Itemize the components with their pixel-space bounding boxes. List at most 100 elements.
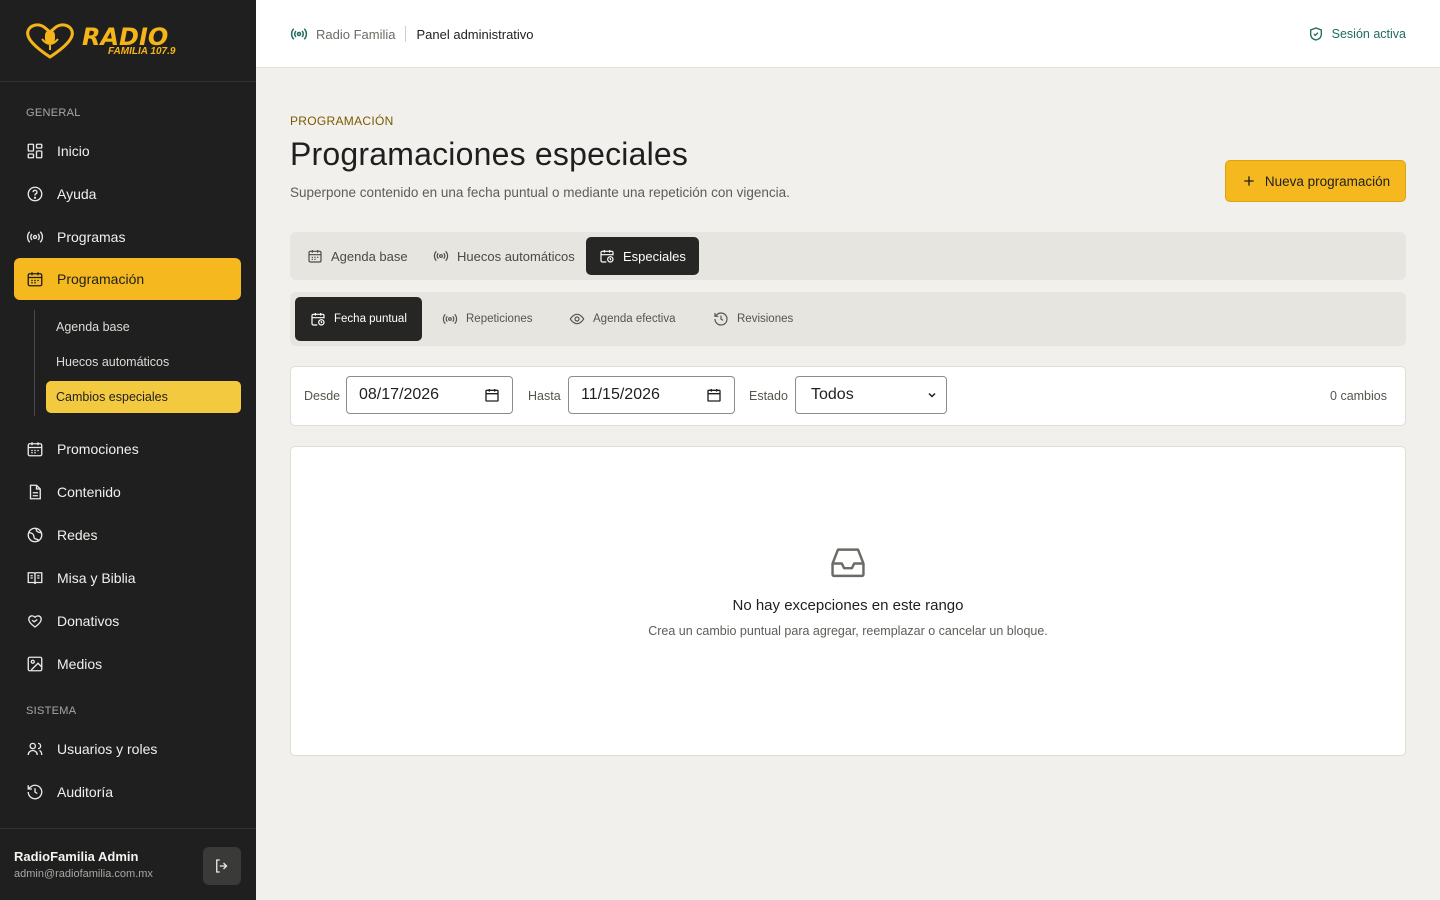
sidebar-item-label: Usuarios y roles — [57, 741, 158, 757]
plus-icon — [1244, 176, 1254, 186]
empty-state-title: No hay excepciones en este rango — [732, 597, 964, 614]
tab-huecos-automaticos[interactable]: Huecos automáticos — [420, 237, 588, 275]
heart-hand-icon — [28, 615, 42, 628]
breadcrumb-home[interactable]: Radio Familia — [316, 27, 395, 42]
new-schedule-button[interactable]: Nueva programación — [1225, 160, 1406, 202]
subnav-line — [34, 310, 35, 416]
sidebar-item-label: Inicio — [57, 143, 90, 159]
calendar-clock-icon — [600, 250, 614, 263]
sidebar-item-medios[interactable]: Medios — [14, 643, 241, 685]
logo-mark: RADIO FAMILIA 107.9 — [22, 21, 175, 61]
new-schedule-label: Nueva programación — [1264, 173, 1391, 189]
page-subtitle: Superpone contenido en una fecha puntual… — [290, 185, 790, 200]
logout-icon — [216, 859, 228, 873]
sidebar-item-ayuda[interactable]: Ayuda — [14, 173, 241, 215]
document-icon — [29, 484, 41, 500]
empty-state-description: Crea un cambio puntual para agregar, ree… — [648, 624, 1048, 638]
sidebar-item-auditoria[interactable]: Auditoría — [14, 771, 241, 813]
sidebar-item-label: Auditoría — [57, 784, 114, 800]
subtab-label: Revisiones — [737, 313, 794, 325]
breadcrumb-current: Panel administrativo — [416, 26, 534, 42]
history-icon — [714, 312, 728, 326]
breadcrumb-separator — [405, 26, 407, 42]
changes-count: 0 cambios — [1330, 389, 1387, 403]
section-label-sistema: SISTEMA — [26, 705, 77, 717]
logo-subtitle: FAMILIA 107.9 — [108, 45, 176, 57]
sidebar-item-usuarios[interactable]: Usuarios y roles — [14, 728, 241, 770]
brand-logo[interactable]: RADIO FAMILIA 107.9 — [0, 0, 256, 82]
section-tabs: Agenda base Huecos automáticos Especiale… — [290, 232, 1406, 280]
tab-especiales[interactable]: Especiales — [586, 237, 699, 275]
session-label: Sesión activa — [1331, 27, 1406, 41]
sidebar-item-inicio[interactable]: Inicio — [14, 130, 241, 172]
broadcast-icon — [290, 28, 308, 40]
eye-icon — [569, 313, 585, 325]
subtab-revisiones[interactable]: Revisiones — [698, 297, 808, 341]
subnav-item-agenda-base[interactable]: Agenda base — [46, 311, 241, 343]
image-icon — [27, 656, 43, 672]
subtab-label: Agenda efectiva — [593, 313, 676, 325]
subtab-agenda-efectiva[interactable]: Agenda efectiva — [554, 297, 690, 341]
shield-check-icon — [1309, 27, 1322, 41]
page-eyebrow: PROGRAMACIÓN — [290, 114, 394, 128]
sidebar: RADIO FAMILIA 107.9 GENERAL Inicio Ayuda… — [0, 0, 256, 900]
user-panel: RadioFamilia Admin admin@radiofamilia.co… — [0, 828, 256, 900]
users-icon — [27, 742, 43, 756]
page-title: Programaciones especiales — [290, 136, 689, 172]
logout-button[interactable] — [203, 847, 241, 885]
subsection-tabs: Fecha puntual Repeticiones Agenda efecti… — [290, 292, 1406, 346]
sidebar-item-label: Programación — [57, 271, 145, 287]
sidebar-item-donativos[interactable]: Donativos — [14, 600, 241, 642]
calendar-picker-icon[interactable] — [484, 387, 500, 403]
user-email: admin@radiofamilia.com.mx — [14, 868, 153, 880]
sidebar-item-programacion[interactable]: Programación — [14, 258, 241, 300]
sidebar-item-promociones[interactable]: Promociones — [14, 428, 241, 470]
book-icon — [27, 572, 43, 585]
to-label: Hasta — [528, 389, 561, 403]
to-date-input[interactable]: 11/15/2026 — [568, 376, 735, 414]
calendar-clock-icon — [311, 313, 325, 326]
subnav-item-cambios-especiales[interactable]: Cambios especiales — [46, 381, 241, 413]
broadcast-icon — [442, 313, 458, 325]
status-select[interactable]: Todos — [795, 376, 947, 414]
sidebar-item-redes[interactable]: Redes — [14, 514, 241, 556]
heart-microphone-icon — [26, 22, 74, 59]
help-circle-icon — [27, 186, 43, 202]
globe-icon — [27, 527, 43, 543]
sidebar-item-label: Medios — [57, 656, 103, 672]
filter-bar: Desde 08/17/2026 Hasta 11/15/2026 Estado… — [290, 366, 1406, 426]
tab-label: Agenda base — [331, 248, 408, 264]
sidebar-item-misa-biblia[interactable]: Misa y Biblia — [14, 557, 241, 599]
subnav-item-huecos[interactable]: Huecos automáticos — [46, 346, 241, 378]
broadcast-icon — [433, 250, 449, 262]
tab-label: Huecos automáticos — [457, 248, 575, 264]
sidebar-item-label: Donativos — [57, 613, 120, 629]
chevron-down-icon — [928, 392, 936, 398]
sidebar-item-contenido[interactable]: Contenido — [14, 471, 241, 513]
sidebar-item-programas[interactable]: Programas — [14, 216, 241, 258]
inbox-icon — [831, 548, 865, 578]
user-name: RadioFamilia Admin — [14, 849, 139, 864]
calendar-picker-icon[interactable] — [706, 387, 722, 403]
topbar: Radio Familia Panel administrativo Sesió… — [256, 0, 1440, 68]
subtab-label: Repeticiones — [466, 313, 533, 325]
calendar-icon — [27, 442, 43, 457]
history-icon — [27, 784, 43, 800]
broadcast-icon — [26, 231, 44, 243]
sidebar-item-label: Programas — [57, 229, 126, 245]
section-label-general: GENERAL — [26, 107, 81, 119]
subtab-fecha-puntual[interactable]: Fecha puntual — [295, 297, 422, 341]
sidebar-item-label: Misa y Biblia — [57, 570, 136, 586]
breadcrumb: Radio Familia Panel administrativo — [290, 0, 534, 68]
from-date-input[interactable]: 08/17/2026 — [346, 376, 513, 414]
grid-icon — [27, 143, 43, 159]
sidebar-item-label: Contenido — [57, 484, 121, 500]
empty-state-panel: No hay excepciones en este rango Crea un… — [290, 446, 1406, 756]
subtab-repeticiones[interactable]: Repeticiones — [427, 297, 547, 341]
calendar-icon — [308, 250, 322, 263]
to-date-value: 11/15/2026 — [581, 386, 660, 403]
tab-agenda-base[interactable]: Agenda base — [294, 237, 421, 275]
sidebar-item-label: Ayuda — [57, 186, 97, 202]
tab-label: Especiales — [623, 248, 686, 264]
from-date-value: 08/17/2026 — [359, 386, 440, 403]
